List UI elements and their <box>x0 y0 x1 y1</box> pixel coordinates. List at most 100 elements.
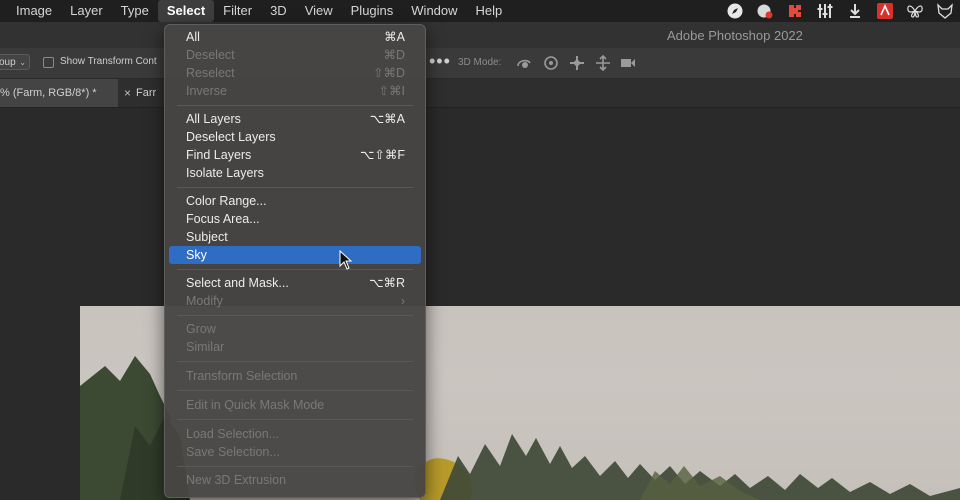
menu-select[interactable]: Select <box>157 0 215 22</box>
menu-separator <box>177 105 413 106</box>
menu-item-all[interactable]: All ⌘A <box>186 28 405 46</box>
menu-window[interactable]: Window <box>402 0 466 22</box>
menu-item-label: Edit in Quick Mask Mode <box>186 398 325 412</box>
menu-item-label: Deselect Layers <box>186 130 276 144</box>
menu-item-label: Sky <box>186 248 207 262</box>
menu-item-label: Modify <box>186 294 223 308</box>
adobe-icon[interactable] <box>870 0 900 22</box>
fox-icon[interactable] <box>930 0 960 22</box>
menu-plugins[interactable]: Plugins <box>342 0 403 22</box>
menu-item-label: Deselect <box>186 48 235 62</box>
window-title-bar: Adobe Photoshop 2022 <box>0 22 960 49</box>
menu-view[interactable]: View <box>296 0 342 22</box>
menu-filter[interactable]: Filter <box>214 0 261 22</box>
menu-item-save-selection: Save Selection... <box>186 443 405 461</box>
menu-type[interactable]: Type <box>112 0 158 22</box>
menu-item-deselect: Deselect ⌘D <box>186 46 405 64</box>
menu-item-focus-area[interactable]: Focus Area... <box>186 210 405 228</box>
options-bar: oup ⌄ Show Transform Cont ••• 3D Mode: <box>0 48 960 79</box>
chevron-down-icon: ⌄ <box>19 58 26 67</box>
menu-item-label: Inverse <box>186 84 227 98</box>
menu-item-shortcut: ⌘D <box>383 48 405 62</box>
menu-item-new-3d-extrusion: New 3D Extrusion <box>186 471 405 489</box>
menu-item-label: Focus Area... <box>186 212 260 226</box>
menu-item-label: Reselect <box>186 66 235 80</box>
mouse-cursor-icon <box>339 249 353 270</box>
drag-3d-icon[interactable] <box>569 55 585 71</box>
menu-item-modify: Modify › <box>186 292 405 310</box>
butterfly-icon[interactable] <box>900 0 930 22</box>
menu-item-label: Load Selection... <box>186 427 280 441</box>
auto-select-value: oup <box>0 57 16 68</box>
menu-item-quick-mask: Edit in Quick Mask Mode <box>186 396 405 414</box>
menu-item-shortcut: ⇧⌘D <box>372 66 405 80</box>
menu-item-inverse: Inverse ⇧⌘I <box>186 82 405 100</box>
menu-item-subject[interactable]: Subject <box>186 228 405 246</box>
document-tab-farm[interactable]: % (Farm, RGB/8*) * × <box>0 79 131 107</box>
menu-item-label: Subject <box>186 230 228 244</box>
more-options-button[interactable]: ••• <box>429 51 451 72</box>
menu-item-label: Isolate Layers <box>186 166 264 180</box>
close-tab-icon[interactable]: × <box>124 79 131 107</box>
menu-item-label: Grow <box>186 322 216 336</box>
document-tab-bar: % (Farm, RGB/8*) * × Farr <box>0 79 960 108</box>
menu-item-shortcut: ⌥⇧⌘F <box>359 148 405 162</box>
menu-item-label: All Layers <box>186 112 241 126</box>
sliders-icon[interactable] <box>810 0 840 22</box>
menu-item-shortcut: ⌥⌘A <box>369 112 405 126</box>
menu-item-label: Save Selection... <box>186 445 280 459</box>
scale-3d-icon[interactable] <box>620 55 636 71</box>
menu-item-shortcut: ⌥⌘R <box>369 276 405 290</box>
show-transform-checkbox[interactable] <box>43 57 54 68</box>
menu-item-reselect: Reselect ⇧⌘D <box>186 64 405 82</box>
tab-label: Farr <box>136 87 157 99</box>
menu-help[interactable]: Help <box>467 0 512 22</box>
menu-item-shortcut: ⌘A <box>384 30 405 44</box>
menu-item-shortcut: ⇧⌘I <box>378 84 405 98</box>
menu-item-grow: Grow <box>186 320 405 338</box>
menu-item-label: Transform Selection <box>186 369 298 383</box>
menu-3d[interactable]: 3D <box>261 0 296 22</box>
status-icons <box>720 0 960 22</box>
menu-item-find-layers[interactable]: Find Layers ⌥⇧⌘F <box>186 146 405 164</box>
3d-mode-label: 3D Mode: <box>458 57 502 68</box>
menu-separator <box>177 390 413 391</box>
menu-separator <box>177 361 413 362</box>
menu-separator <box>177 419 413 420</box>
submenu-arrow-icon: › <box>400 294 405 308</box>
menu-item-label: Color Range... <box>186 194 267 208</box>
menu-separator <box>177 187 413 188</box>
menu-item-transform-selection: Transform Selection <box>186 367 405 385</box>
app-title: Adobe Photoshop 2022 <box>667 28 803 43</box>
orbit-3d-icon[interactable] <box>516 55 532 71</box>
slide-3d-icon[interactable] <box>595 54 611 72</box>
tab-label: % (Farm, RGB/8*) * <box>0 87 97 99</box>
menu-item-all-layers[interactable]: All Layers ⌥⌘A <box>186 110 405 128</box>
menu-separator <box>177 466 413 467</box>
menu-item-isolate-layers[interactable]: Isolate Layers <box>186 164 405 182</box>
menu-item-label: Find Layers <box>186 148 252 162</box>
menu-item-label: Select and Mask... <box>186 276 289 290</box>
select-menu-dropdown: All ⌘A Deselect ⌘D Reselect ⇧⌘D Inverse … <box>164 24 426 498</box>
show-transform-label: Show Transform Cont <box>60 56 157 67</box>
roll-3d-icon[interactable] <box>543 55 559 71</box>
color-picker-icon[interactable] <box>750 0 780 22</box>
menu-separator <box>177 269 413 270</box>
menu-item-deselect-layers[interactable]: Deselect Layers <box>186 128 405 146</box>
menu-layer[interactable]: Layer <box>61 0 112 22</box>
menu-bar: Image Layer Type Select Filter 3D View P… <box>0 0 960 22</box>
menu-image[interactable]: Image <box>0 0 61 22</box>
menu-item-label: New 3D Extrusion <box>186 473 287 487</box>
menu-item-color-range[interactable]: Color Range... <box>186 192 405 210</box>
download-icon[interactable] <box>840 0 870 22</box>
menu-separator <box>177 315 413 316</box>
menu-item-label: All <box>186 30 200 44</box>
compass-icon[interactable] <box>720 0 750 22</box>
menu-item-similar: Similar <box>186 338 405 356</box>
menu-item-select-and-mask[interactable]: Select and Mask... ⌥⌘R <box>186 274 405 292</box>
auto-select-dropdown[interactable]: oup ⌄ <box>0 54 30 70</box>
menu-item-load-selection: Load Selection... <box>186 425 405 443</box>
menu-item-sky[interactable]: Sky <box>169 246 421 264</box>
menu-item-label: Similar <box>186 340 225 354</box>
puzzle-icon[interactable] <box>780 0 810 22</box>
